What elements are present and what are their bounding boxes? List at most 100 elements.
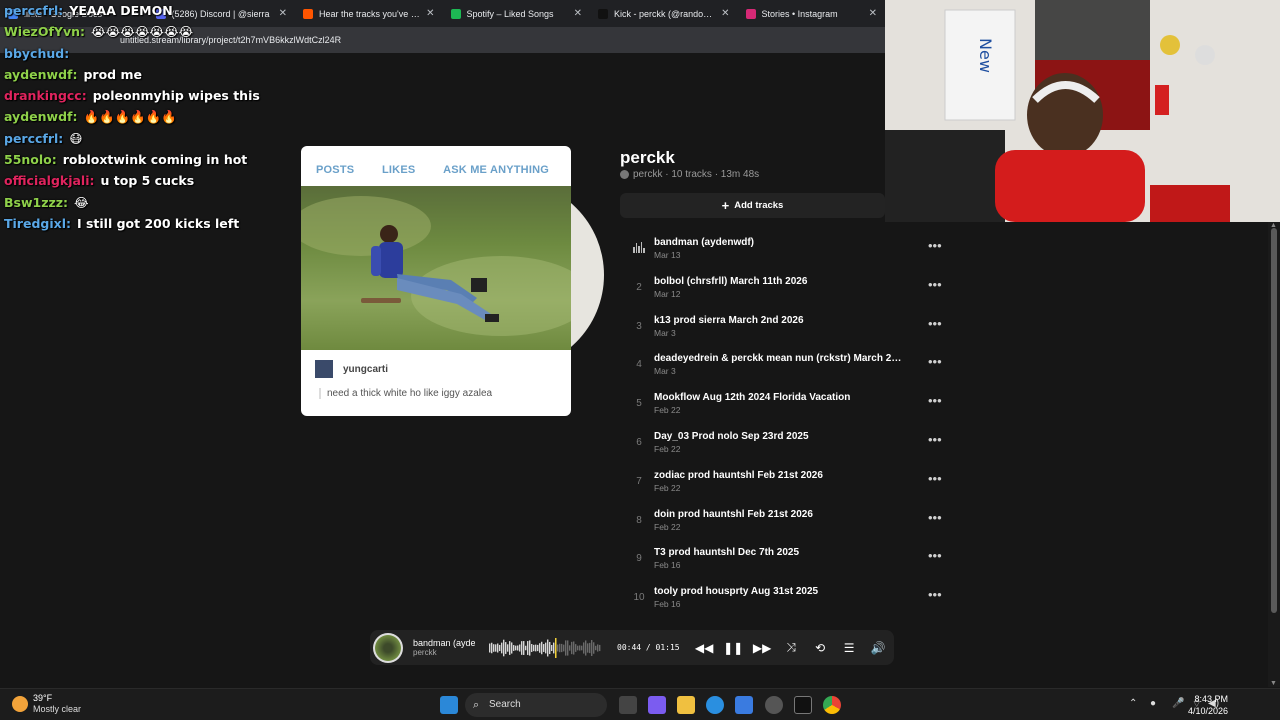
rewind-icon[interactable]: ◀◀ — [690, 641, 719, 655]
scrollbar-thumb[interactable] — [1271, 228, 1277, 613]
pause-icon[interactable]: ❚❚ — [719, 641, 748, 655]
track-row[interactable]: 3 k13 prod sierra March 2nd 2026 Mar 3 ••• — [620, 308, 950, 347]
page-scrollbar[interactable]: ▲ ▼ — [1268, 222, 1280, 687]
weather-condition: Mostly clear — [33, 704, 82, 714]
waveform-bar — [551, 644, 553, 651]
file-explorer-icon[interactable] — [677, 696, 695, 714]
card-tab-likes: LIKES — [382, 164, 416, 176]
edge-icon[interactable] — [706, 696, 724, 714]
browser-tab[interactable]: Kick - perckk (@randomluh ✕ — [590, 0, 738, 27]
waveform-bar — [493, 643, 495, 652]
waveform-bar — [521, 640, 523, 655]
browser-tab[interactable]: Stories • Instagram ✕ — [738, 0, 886, 27]
more-options-icon[interactable]: ••• — [928, 354, 942, 369]
scroll-down-icon[interactable]: ▼ — [1270, 680, 1277, 687]
track-row[interactable]: 6 Day_03 Prod nolo Sep 23rd 2025 Feb 22 ••• — [620, 424, 950, 463]
waveform-bar — [557, 644, 559, 651]
svg-text:New: New — [976, 38, 995, 73]
waveform-scrubber[interactable] — [489, 637, 601, 659]
playlist-title: perckk — [620, 148, 675, 167]
copilot-icon[interactable] — [648, 696, 666, 714]
tab-favicon-icon — [303, 8, 313, 19]
tab-close-icon[interactable]: ✕ — [574, 8, 582, 19]
capcut-icon[interactable] — [794, 696, 812, 714]
chat-username: bbychud: — [4, 45, 70, 61]
tab-close-icon[interactable]: ✕ — [426, 8, 434, 19]
more-options-icon[interactable]: ••• — [928, 316, 942, 331]
tab-title: Hear the tracks you've liked — [319, 8, 421, 19]
track-row[interactable]: 9 T3 prod hauntshl Dec 7th 2025 Feb 16 ••• — [620, 540, 950, 579]
chat-username: aydenwdf: — [4, 66, 78, 82]
chat-text: 🔥🔥🔥🔥🔥🔥 — [83, 109, 177, 125]
waveform-bar — [585, 639, 587, 656]
tab-title: Kick - perckk (@randomluh — [614, 8, 716, 19]
track-row[interactable]: 2 bolbol (chrsfrll) March 11th 2026 Mar 12… — [620, 269, 950, 308]
weather-widget[interactable]: 39°F Mostly clear — [12, 693, 81, 715]
microphone-icon[interactable]: 🎤 — [1172, 698, 1184, 709]
track-number: 6 — [636, 436, 642, 448]
search-label: Search — [489, 699, 521, 710]
track-title: deadeyedrein & perckk mean nun (rckstr) … — [654, 353, 904, 365]
track-row[interactable]: 8 doin prod hauntshl Feb 21st 2026 Feb 22 •… — [620, 502, 950, 541]
fast-forward-icon[interactable]: ▶▶ — [748, 641, 777, 655]
track-row[interactable]: 5 Mookflow Aug 12th 2024 Florida Vacation… — [620, 385, 950, 424]
clock-time: 8:43 PM — [1194, 694, 1228, 704]
more-options-icon[interactable]: ••• — [928, 548, 942, 563]
waveform-bar — [547, 639, 549, 656]
browser-tab[interactable]: Hear the tracks you've liked ✕ — [295, 0, 443, 27]
tab-favicon-icon — [598, 8, 608, 19]
queue-icon[interactable]: ☰ — [835, 641, 864, 655]
chat-text: robloxtwink coming in hot — [62, 152, 248, 168]
waveform-bar — [495, 643, 497, 652]
shuffle-icon[interactable]: ⤨ — [777, 640, 806, 655]
browser-tab[interactable]: Spotify – Liked Songs ✕ — [443, 0, 591, 27]
chat-username: Tiredgixl: — [4, 215, 71, 231]
waveform-bar — [541, 641, 543, 654]
playlist-meta-text: perckk · 10 tracks · 13m 48s — [633, 169, 760, 180]
more-options-icon[interactable]: ••• — [928, 277, 942, 292]
more-options-icon[interactable]: ••• — [928, 393, 942, 408]
track-row[interactable]: 4 deadeyedrein & perckk mean nun (rckstr)… — [620, 346, 950, 385]
chrome-icon[interactable] — [823, 696, 841, 714]
add-tracks-button[interactable]: + Add tracks — [620, 193, 885, 218]
now-playing-artist: perckk — [413, 648, 437, 657]
repeat-icon[interactable]: ⟲ — [806, 641, 835, 655]
tray-chevron-icon[interactable]: ⌃ — [1129, 698, 1137, 709]
chat-text: 😭😭😭😭😭😭😭 — [91, 24, 194, 40]
card-caption: need a thick white ho like iggy azalea — [319, 388, 492, 399]
weather-icon — [12, 696, 28, 712]
track-row[interactable]: 7 zodiac prod hauntshl Feb 21st 2026 Feb 2… — [620, 463, 950, 502]
system-clock[interactable]: 8:43 PM 4/10/2026 — [1188, 693, 1228, 717]
track-date: Feb 22 — [654, 443, 681, 454]
chat-text: 😷 — [69, 130, 83, 146]
more-options-icon[interactable]: ••• — [928, 432, 942, 447]
tray-app-icon[interactable]: ● — [1150, 698, 1156, 709]
app-icon[interactable] — [765, 696, 783, 714]
start-icon[interactable] — [440, 696, 458, 714]
volume-icon[interactable]: 🔊 — [864, 641, 893, 655]
more-options-icon[interactable]: ••• — [928, 510, 942, 525]
chat-username: perccfrl: — [4, 130, 64, 146]
waveform-bar — [599, 644, 601, 651]
playhead[interactable] — [555, 637, 557, 658]
store-icon[interactable] — [735, 696, 753, 714]
waveform-bar — [563, 644, 565, 651]
more-options-icon[interactable]: ••• — [928, 587, 942, 602]
card-user: yungcarti — [315, 360, 388, 378]
waveform-bar — [507, 643, 509, 652]
more-options-icon[interactable]: ••• — [928, 238, 942, 253]
now-playing-icon — [633, 242, 645, 253]
chat-username: drankingcc: — [4, 88, 87, 104]
track-date: Feb 16 — [654, 599, 681, 610]
track-row[interactable]: 10 tooly prod housprty Aug 31st 2025 Feb 1… — [620, 579, 950, 618]
task-view-icon[interactable] — [619, 696, 637, 714]
waveform-bar — [559, 643, 561, 652]
windows-taskbar: 39°F Mostly clear ⌕ Search ⌃ ● 🎤 ⌔ ◀) 8:… — [0, 688, 1280, 720]
tab-close-icon[interactable]: ✕ — [721, 8, 729, 19]
tab-close-icon[interactable]: ✕ — [869, 8, 877, 19]
more-options-icon[interactable]: ••• — [928, 471, 942, 486]
chat-text: u top 5 cucks — [100, 173, 195, 189]
taskbar-search[interactable]: ⌕ Search — [465, 693, 607, 717]
track-row[interactable]: bandman (aydenwdf) Mar 13 ••• — [620, 230, 950, 269]
waveform-bar — [529, 639, 531, 656]
